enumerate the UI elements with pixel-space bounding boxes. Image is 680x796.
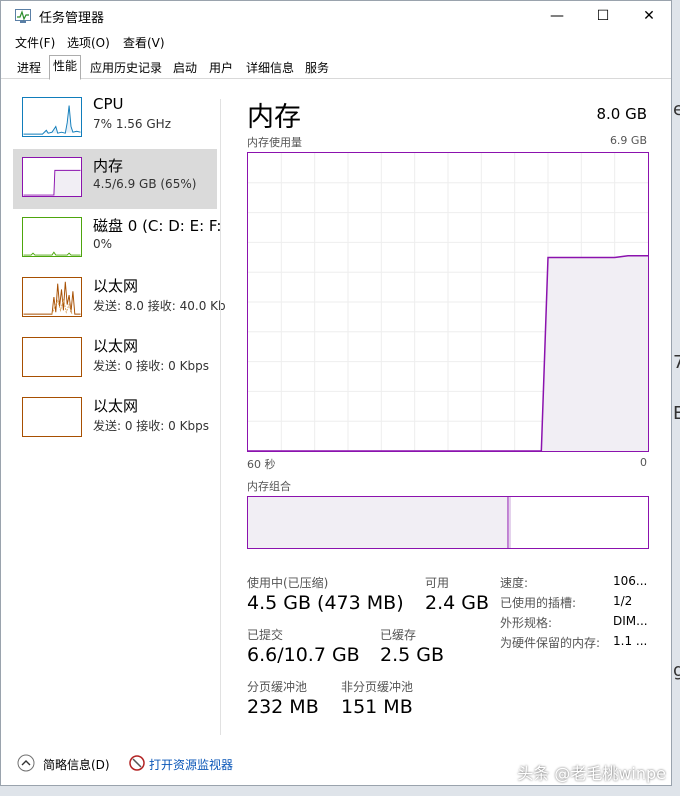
sidebar-title: 内存 bbox=[93, 157, 124, 175]
speed-label: 速度: bbox=[500, 576, 529, 590]
paged-pool-value: 232 MB bbox=[247, 696, 319, 718]
axis-label-right: 0 bbox=[640, 456, 647, 469]
memory-thumbnail-graph bbox=[22, 157, 82, 197]
task-manager-icon bbox=[15, 9, 31, 23]
form-factor-value: DIM... bbox=[613, 614, 648, 628]
sidebar-subtitle: 0% bbox=[93, 237, 113, 251]
title-bar: 任务管理器 — ☐ ✕ bbox=[1, 1, 671, 31]
memory-composition-bar bbox=[247, 496, 649, 549]
menu-bar: 文件(F) 选项(O) 查看(V) bbox=[1, 31, 671, 53]
nonpaged-pool-value: 151 MB bbox=[341, 696, 413, 718]
available-label: 可用 bbox=[425, 576, 450, 590]
sidebar-subtitle: 7% 1.56 GHz bbox=[93, 117, 172, 131]
sidebar-item-ethernet-3[interactable]: 以太网 发送: 0 接收: 0 Kbps bbox=[13, 389, 217, 449]
sidebar-item-ethernet-2[interactable]: 以太网 发送: 0 接收: 0 Kbps bbox=[13, 329, 217, 389]
ethernet-thumbnail-graph bbox=[22, 277, 82, 317]
background-window-text: g bbox=[673, 660, 680, 681]
fewer-details-link[interactable]: 简略信息(D) bbox=[43, 756, 110, 773]
tab-users[interactable]: 用户 bbox=[205, 57, 237, 79]
hardware-reserved-label: 为硬件保留的内存: bbox=[500, 636, 601, 650]
minimize-button[interactable]: — bbox=[534, 1, 580, 31]
tab-services[interactable]: 服务 bbox=[301, 57, 333, 79]
disk-thumbnail-graph bbox=[22, 217, 82, 257]
tab-processes[interactable]: 进程 bbox=[13, 57, 45, 79]
close-button[interactable]: ✕ bbox=[626, 1, 671, 31]
chevron-up-icon[interactable] bbox=[17, 754, 35, 772]
menu-file[interactable]: 文件(F) bbox=[15, 34, 55, 51]
panel-divider[interactable] bbox=[220, 99, 221, 735]
paged-pool-label: 分页缓冲池 bbox=[247, 680, 308, 694]
sidebar-subtitle: 4.5/6.9 GB (65%) bbox=[93, 177, 197, 191]
axis-label-left: 60 秒 bbox=[247, 458, 276, 471]
committed-label: 已提交 bbox=[247, 628, 284, 642]
menu-view[interactable]: 查看(V) bbox=[123, 34, 165, 51]
sidebar-subtitle: 发送: 8.0 接收: 40.0 Kb bbox=[93, 299, 226, 313]
tab-startup[interactable]: 启动 bbox=[169, 57, 201, 79]
ethernet-thumbnail-graph bbox=[22, 337, 82, 377]
cpu-thumbnail-graph bbox=[22, 97, 82, 137]
hardware-reserved-value: 1.1 ... bbox=[613, 634, 648, 648]
window-title: 任务管理器 bbox=[39, 11, 105, 26]
sidebar-title: 以太网 bbox=[93, 277, 139, 295]
slots-label: 已使用的插槽: bbox=[500, 596, 577, 610]
sidebar-item-cpu[interactable]: CPU 7% 1.56 GHz bbox=[13, 89, 217, 149]
form-factor-label: 外形规格: bbox=[500, 616, 553, 630]
sidebar-subtitle: 发送: 0 接收: 0 Kbps bbox=[93, 359, 209, 373]
menu-options[interactable]: 选项(O) bbox=[67, 34, 110, 51]
memory-usage-graph bbox=[247, 152, 649, 452]
sidebar-title: 磁盘 0 (C: D: E: F: bbox=[93, 217, 222, 235]
maximize-button[interactable]: ☐ bbox=[580, 1, 626, 31]
speed-value: 106... bbox=[613, 574, 648, 588]
in-use-value: 4.5 GB (473 MB) bbox=[247, 592, 404, 614]
available-value: 2.4 GB bbox=[425, 592, 490, 614]
in-use-segment[interactable] bbox=[248, 497, 508, 548]
total-memory: 8.0 GB bbox=[596, 105, 647, 123]
sidebar-subtitle: 发送: 0 接收: 0 Kbps bbox=[93, 419, 209, 433]
nonpaged-pool-label: 非分页缓冲池 bbox=[341, 680, 414, 694]
background-window-text: e bbox=[673, 99, 680, 120]
usage-graph-label: 内存使用量 bbox=[247, 136, 302, 149]
resource-monitor-icon bbox=[129, 755, 145, 771]
background-window-text: E bbox=[673, 403, 680, 424]
usage-graph-max: 6.9 GB bbox=[609, 134, 647, 147]
tab-app-history[interactable]: 应用历史记录 bbox=[86, 57, 166, 79]
tab-bar: 进程 性能 应用历史记录 启动 用户 详细信息 服务 bbox=[1, 55, 671, 80]
sidebar-title: 以太网 bbox=[93, 397, 139, 415]
sidebar-title: CPU bbox=[93, 95, 124, 113]
in-use-label: 使用中(已压缩) bbox=[247, 576, 329, 590]
background-window-text: 7 bbox=[673, 352, 680, 373]
page-title: 内存 bbox=[247, 102, 301, 133]
tab-details[interactable]: 详细信息 bbox=[242, 57, 298, 79]
task-manager-window: 任务管理器 — ☐ ✕ 文件(F) 选项(O) 查看(V) 进程 性能 应用历史… bbox=[0, 0, 672, 786]
committed-value: 6.6/10.7 GB bbox=[247, 644, 360, 666]
cached-label: 已缓存 bbox=[380, 628, 417, 642]
sidebar-item-ethernet-1[interactable]: 以太网 发送: 8.0 接收: 40.0 Kb bbox=[13, 269, 226, 329]
composition-label: 内存组合 bbox=[247, 480, 291, 493]
tab-performance[interactable]: 性能 bbox=[49, 55, 82, 80]
open-resource-monitor-link[interactable]: 打开资源监视器 bbox=[149, 756, 233, 773]
slots-value: 1/2 bbox=[613, 594, 633, 608]
ethernet-thumbnail-graph bbox=[22, 397, 82, 437]
sidebar-item-disk[interactable]: 磁盘 0 (C: D: E: F: 0% bbox=[13, 209, 221, 269]
sidebar-title: 以太网 bbox=[93, 337, 139, 355]
watermark: 头条 @老毛桃winpe bbox=[517, 764, 666, 783]
sidebar-item-memory[interactable]: 内存 4.5/6.9 GB (65%) bbox=[13, 149, 217, 209]
cached-value: 2.5 GB bbox=[380, 644, 445, 666]
